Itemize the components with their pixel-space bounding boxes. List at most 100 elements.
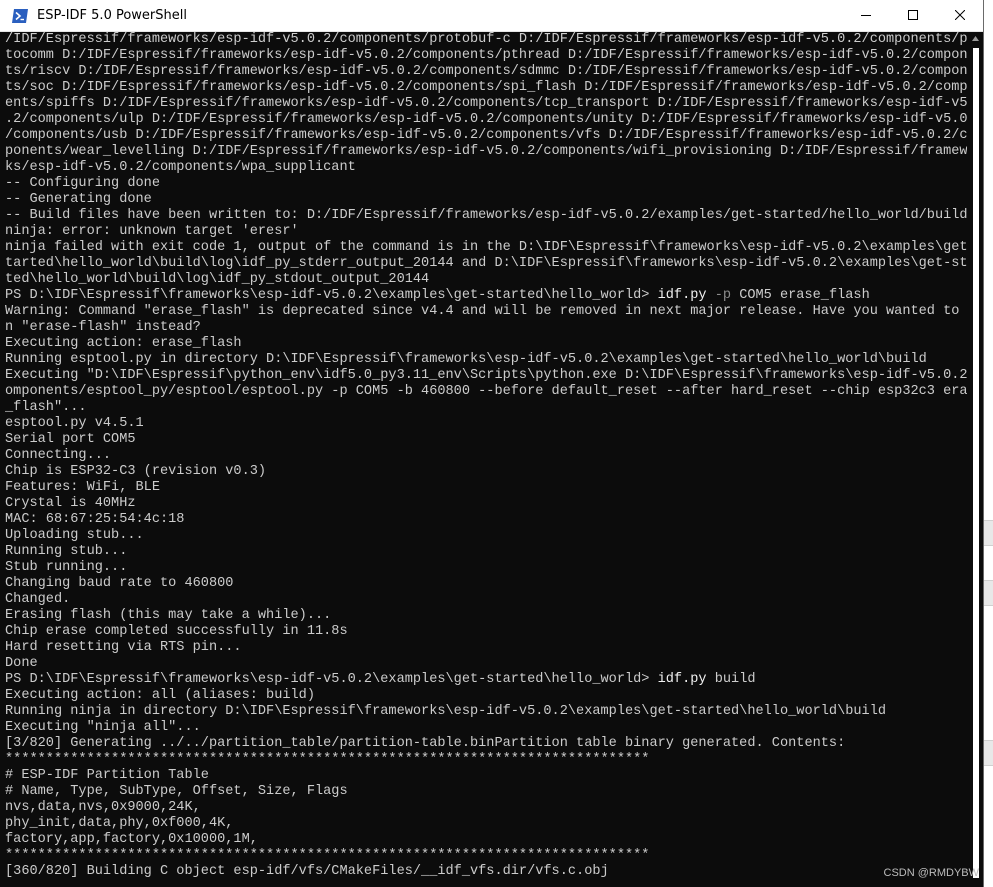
- console-line: ents/spiffs D:/IDF/Espressif/frameworks/…: [5, 96, 967, 112]
- output-text: Executing action: erase_flash: [5, 336, 242, 351]
- output-text: ninja failed with exit code 1, output of…: [5, 240, 967, 255]
- watermark: CSDN @RMDYBW: [883, 867, 980, 879]
- output-text: Erasing flash (this may take a while)...: [5, 608, 332, 623]
- console-line: Hard resetting via RTS pin...: [5, 640, 967, 656]
- output-text: Serial port COM5: [5, 432, 136, 447]
- output-text: -- Configuring done: [5, 176, 160, 191]
- close-button[interactable]: [936, 0, 983, 31]
- output-text: tarted\hello_world\build\log\idf_py_stde…: [5, 256, 967, 271]
- console-line: tarted\hello_world\build\log\idf_py_stde…: [5, 256, 967, 272]
- output-text: Done: [5, 656, 38, 671]
- powershell-window: ESP-IDF 5.0 PowerShell /IDF/Espressif/fr…: [0, 0, 984, 887]
- window-title: ESP-IDF 5.0 PowerShell: [37, 8, 187, 23]
- background-window-tab: [984, 580, 993, 606]
- output-text: nvs,data,nvs,0x9000,24K,: [5, 800, 201, 815]
- output-text: Hard resetting via RTS pin...: [5, 640, 242, 655]
- console-line: factory,app,factory,0x10000,1M,: [5, 832, 967, 848]
- console-line: Connecting...: [5, 448, 967, 464]
- output-text: Running esptool.py in directory D:\IDF\E…: [5, 352, 927, 367]
- console-line: Running esptool.py in directory D:\IDF\E…: [5, 352, 967, 368]
- output-text: ninja: error: unknown target 'eresr': [5, 224, 299, 239]
- console-line: ninja failed with exit code 1, output of…: [5, 240, 967, 256]
- background-window-tab: [984, 520, 993, 546]
- console-line: PS D:\IDF\Espressif\frameworks\esp-idf-v…: [5, 672, 967, 688]
- console-line: -- Build files have been written to: D:/…: [5, 208, 967, 224]
- output-text: Executing "ninja all"...: [5, 720, 201, 735]
- console-line: MAC: 68:67:25:54:4c:18: [5, 512, 967, 528]
- console-line: Serial port COM5: [5, 432, 967, 448]
- output-text: .2/components/ulp D:/IDF/Espressif/frame…: [5, 112, 967, 127]
- output-text: /IDF/Espressif/frameworks/esp-idf-v5.0.2…: [5, 32, 967, 47]
- vertical-scrollbar[interactable]: [968, 32, 983, 887]
- output-text: ents/spiffs D:/IDF/Espressif/frameworks/…: [5, 96, 967, 111]
- output-text: Uploading stub...: [5, 528, 144, 543]
- output-text: -- Build files have been written to: D:/…: [5, 208, 967, 223]
- console-line: # ESP-IDF Partition Table: [5, 768, 967, 784]
- console-line: -- Generating done: [5, 192, 967, 208]
- console-line: Done: [5, 656, 967, 672]
- output-text: Warning: Command "erase_flash" is deprec…: [5, 304, 967, 319]
- output-text: Changing baud rate to 460800: [5, 576, 234, 591]
- output-text: n "erase-flash" instead?: [5, 320, 201, 335]
- output-text: _flash"...: [5, 400, 87, 415]
- console-line: Running ninja in directory D:\IDF\Espres…: [5, 704, 967, 720]
- background-window-tab: [984, 740, 993, 766]
- console-line: Uploading stub...: [5, 528, 967, 544]
- console-line: [3/820] Generating ../../partition_table…: [5, 736, 967, 752]
- output-text: # ESP-IDF Partition Table: [5, 768, 209, 783]
- parameter-text: -p: [706, 288, 732, 303]
- output-text: ts/riscv D:/IDF/Espressif/frameworks/esp…: [5, 64, 967, 79]
- scroll-up-arrow-icon[interactable]: [968, 32, 983, 45]
- output-text: omponents/esptool_py/esptool/esptool.py …: [5, 384, 967, 399]
- console-line: Executing "D:\IDF\Espressif\python_env\i…: [5, 368, 967, 384]
- output-text: MAC: 68:67:25:54:4c:18: [5, 512, 185, 527]
- console-line: Stub running...: [5, 560, 967, 576]
- powershell-icon: [12, 8, 28, 24]
- output-text: ts/soc D:/IDF/Espressif/frameworks/esp-i…: [5, 80, 967, 95]
- title-bar[interactable]: ESP-IDF 5.0 PowerShell: [0, 0, 983, 32]
- console-line: Features: WiFi, BLE: [5, 480, 967, 496]
- minimize-button[interactable]: [842, 0, 889, 31]
- output-text: ****************************************…: [5, 848, 650, 863]
- console-line: Changing baud rate to 460800: [5, 576, 967, 592]
- console-line: esptool.py v4.5.1: [5, 416, 967, 432]
- output-text: Chip erase completed successfully in 11.…: [5, 624, 348, 639]
- console-line: Warning: Command "erase_flash" is deprec…: [5, 304, 967, 320]
- console-line: Erasing flash (this may take a while)...: [5, 608, 967, 624]
- window-controls: [842, 0, 983, 31]
- output-text: Features: WiFi, BLE: [5, 480, 160, 495]
- console-line: -- Configuring done: [5, 176, 967, 192]
- console-line: # Name, Type, SubType, Offset, Size, Fla…: [5, 784, 967, 800]
- output-text: phy_init,data,phy,0xf000,4K,: [5, 816, 234, 831]
- output-text: build: [706, 672, 756, 687]
- console-line: Chip erase completed successfully in 11.…: [5, 624, 967, 640]
- console-line: Chip is ESP32-C3 (revision v0.3): [5, 464, 967, 480]
- output-text: Connecting...: [5, 448, 112, 463]
- console-line: omponents/esptool_py/esptool/esptool.py …: [5, 384, 967, 400]
- output-text: [360/820] Building C object esp-idf/vfs/…: [5, 864, 609, 879]
- console-line: tocomm D:/IDF/Espressif/frameworks/esp-i…: [5, 48, 967, 64]
- console-line: /components/usb D:/IDF/Espressif/framewo…: [5, 128, 967, 144]
- maximize-button[interactable]: [889, 0, 936, 31]
- minimize-icon: [860, 7, 871, 25]
- command-text: idf.py: [657, 672, 707, 687]
- console-output[interactable]: /IDF/Espressif/frameworks/esp-idf-v5.0.2…: [5, 32, 967, 885]
- console-line: ninja: error: unknown target 'eresr': [5, 224, 967, 240]
- output-text: # Name, Type, SubType, Offset, Size, Fla…: [5, 784, 348, 799]
- console-line: ts/riscv D:/IDF/Espressif/frameworks/esp…: [5, 64, 967, 80]
- console-line: ponents/wear_levelling D:/IDF/Espressif/…: [5, 144, 967, 160]
- close-icon: [954, 7, 965, 25]
- output-text: ted\hello_world\build\log\idf_py_stdout_…: [5, 272, 430, 287]
- console-line: Executing "ninja all"...: [5, 720, 967, 736]
- output-text: Running ninja in directory D:\IDF\Espres…: [5, 704, 887, 719]
- console-line: n "erase-flash" instead?: [5, 320, 967, 336]
- console-line: PS D:\IDF\Espressif\frameworks\esp-idf-v…: [5, 288, 967, 304]
- output-text: esptool.py v4.5.1: [5, 416, 144, 431]
- output-text: ****************************************…: [5, 752, 650, 767]
- scrollbar-thumb[interactable]: [973, 48, 979, 878]
- console-line: Executing action: all (aliases: build): [5, 688, 967, 704]
- console-line: Crystal is 40MHz: [5, 496, 967, 512]
- console-line: ks/esp-idf-v5.0.2/components/wpa_supplic…: [5, 160, 967, 176]
- console-line: ted\hello_world\build\log\idf_py_stdout_…: [5, 272, 967, 288]
- output-text: tocomm D:/IDF/Espressif/frameworks/esp-i…: [5, 48, 967, 63]
